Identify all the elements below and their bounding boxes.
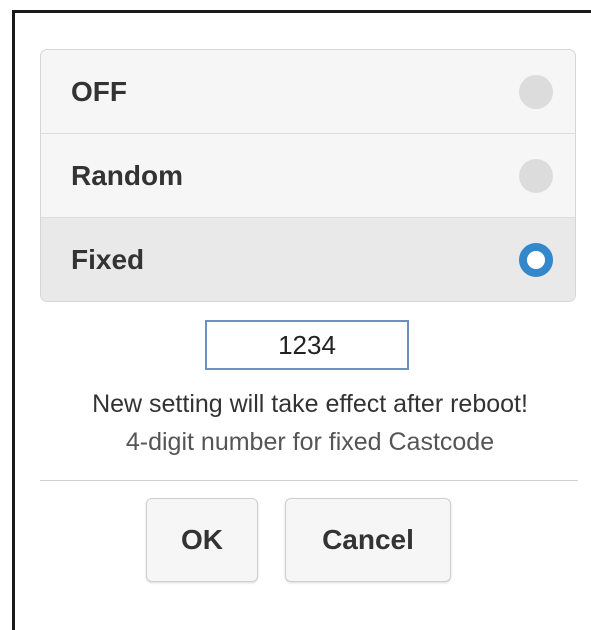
radio-on-icon[interactable] [519, 243, 553, 277]
radio-off-icon[interactable] [519, 158, 553, 193]
radio-off-icon[interactable] [519, 74, 553, 109]
divider [40, 480, 578, 481]
radio-option-off[interactable]: OFF [41, 50, 575, 134]
ok-button[interactable]: OK [146, 498, 258, 582]
reboot-notice: New setting will take effect after reboo… [92, 390, 528, 418]
castcode-hint: 4-digit number for fixed Castcode [125, 428, 495, 456]
radio-label-fixed: Fixed [71, 244, 145, 275]
radio-label-random: Random [71, 159, 183, 191]
castcode-mode-radio-group: OFF Random Fixed [40, 49, 576, 302]
radio-label-off: OFF [71, 75, 127, 107]
radio-option-random[interactable]: Random [41, 134, 575, 218]
castcode-input[interactable] [205, 320, 409, 370]
cancel-button[interactable]: Cancel [285, 498, 451, 582]
radio-option-fixed[interactable]: Fixed [41, 218, 575, 301]
